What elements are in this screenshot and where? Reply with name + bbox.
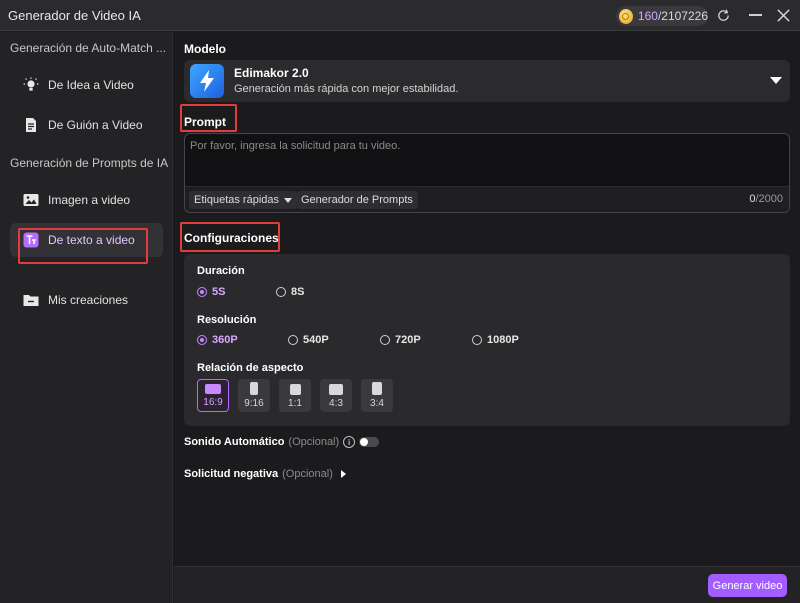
char-counter: 0/2000 [749,193,783,205]
prompt-input[interactable]: Por favor, ingresa la solicitud para tu … [184,133,790,213]
bottom-bar: Generar video [174,566,800,603]
negative-prompt-optional: (Opcional) [282,468,333,480]
image-icon [22,191,40,209]
duration-8s-radio[interactable]: 8S [276,286,304,298]
minimize-icon[interactable] [749,14,762,16]
chevron-down-icon [770,77,782,84]
lightning-icon [190,64,224,98]
close-icon[interactable] [776,8,791,23]
negative-prompt-label: Solicitud negativa [184,468,279,480]
aspect-3-4-option[interactable]: 3:4 [361,379,393,412]
main-panel: Modelo Edimakor 2.0 Generación más rápid… [174,32,800,566]
info-icon[interactable]: i [343,436,356,448]
quick-tags-dropdown[interactable]: Etiquetas rápidas [189,191,297,209]
sidebar-group-ai-prompts: Generación de Prompts de IA [10,156,169,170]
duration-label: Duración [197,265,245,277]
resolution-720p-radio[interactable]: 720P [380,334,421,346]
sidebar-group-auto-match: Generación de Auto-Match ... [10,41,167,55]
resolution-360p-radio[interactable]: 360P [197,334,238,346]
sidebar-item-label: De Guión a Video [48,118,143,132]
coin-icon [619,8,633,24]
aspect-4-3-option[interactable]: 4:3 [320,379,352,412]
duration-5s-radio[interactable]: 5S [197,286,225,298]
credits-used: 160 [637,9,658,23]
aspect-1-1-option[interactable]: 1:1 [279,379,311,412]
expand-arrow-icon [340,470,346,478]
sidebar-item-label: De Idea a Video [48,78,134,92]
generate-video-button[interactable]: Generar video [708,574,787,597]
app-title: Generador de Video IA [8,8,141,23]
prompt-section-title: Prompt [184,115,226,129]
folder-icon [22,291,40,309]
aspect-9-16-option[interactable]: 9:16 [238,379,270,412]
prompt-generator-button[interactable]: Generador de Prompts [296,191,418,209]
config-panel: Duración 5S 8S Resolución 360P 540P 720P… [184,254,790,426]
sidebar-item-image-to-video[interactable]: Imagen a video [10,183,163,217]
resolution-540p-radio[interactable]: 540P [288,334,329,346]
model-section-title: Modelo [184,42,226,56]
model-selector[interactable]: Edimakor 2.0 Generación más rápida con m… [184,60,790,102]
sidebar-item-label: Imagen a video [48,193,131,207]
prompt-footer: Etiquetas rápidas Generador de Prompts 0… [185,186,789,212]
sidebar-item-idea-to-video[interactable]: De Idea a Video [10,68,163,102]
auto-sound-label: Sonido Automático [184,436,285,448]
auto-sound-row: Sonido Automático (Opcional) i [184,436,380,448]
model-name: Edimakor 2.0 [234,66,309,80]
document-icon [22,116,40,134]
auto-sound-optional: (Opcional) [288,436,340,448]
auto-sound-toggle[interactable] [359,437,380,447]
aspect-ratio-label: Relación de aspecto [197,362,304,374]
refresh-icon[interactable] [716,8,731,23]
negative-prompt-row[interactable]: Solicitud negativa (Opcional) [184,468,346,480]
credits-badge[interactable]: 160/2107226 [616,6,708,26]
char-max: /2000 [755,193,783,205]
credits-total: 2107226 [661,9,708,23]
title-bar: Generador de Video IA 160/2107226 [0,0,800,31]
sidebar-item-my-creations[interactable]: Mis creaciones [10,283,163,317]
sidebar-item-text-to-video[interactable]: De texto a video [10,223,163,257]
quick-tags-label: Etiquetas rápidas [194,194,279,206]
aspect-16-9-option[interactable]: 16:9 [197,379,229,412]
sidebar: Generación de Auto-Match ... De Idea a V… [0,32,173,603]
prompt-placeholder: Por favor, ingresa la solicitud para tu … [190,140,401,152]
sidebar-item-script-to-video[interactable]: De Guión a Video [10,108,163,142]
sidebar-item-label: De texto a video [48,233,135,247]
config-section-title: Configuraciones [184,231,279,245]
resolution-1080p-radio[interactable]: 1080P [472,334,519,346]
model-description: Generación más rápida con mejor estabili… [234,83,459,95]
text-icon [22,231,40,249]
sidebar-item-label: Mis creaciones [48,293,129,307]
caret-down-icon [284,197,292,203]
resolution-label: Resolución [197,314,257,326]
bulb-icon [22,76,40,94]
